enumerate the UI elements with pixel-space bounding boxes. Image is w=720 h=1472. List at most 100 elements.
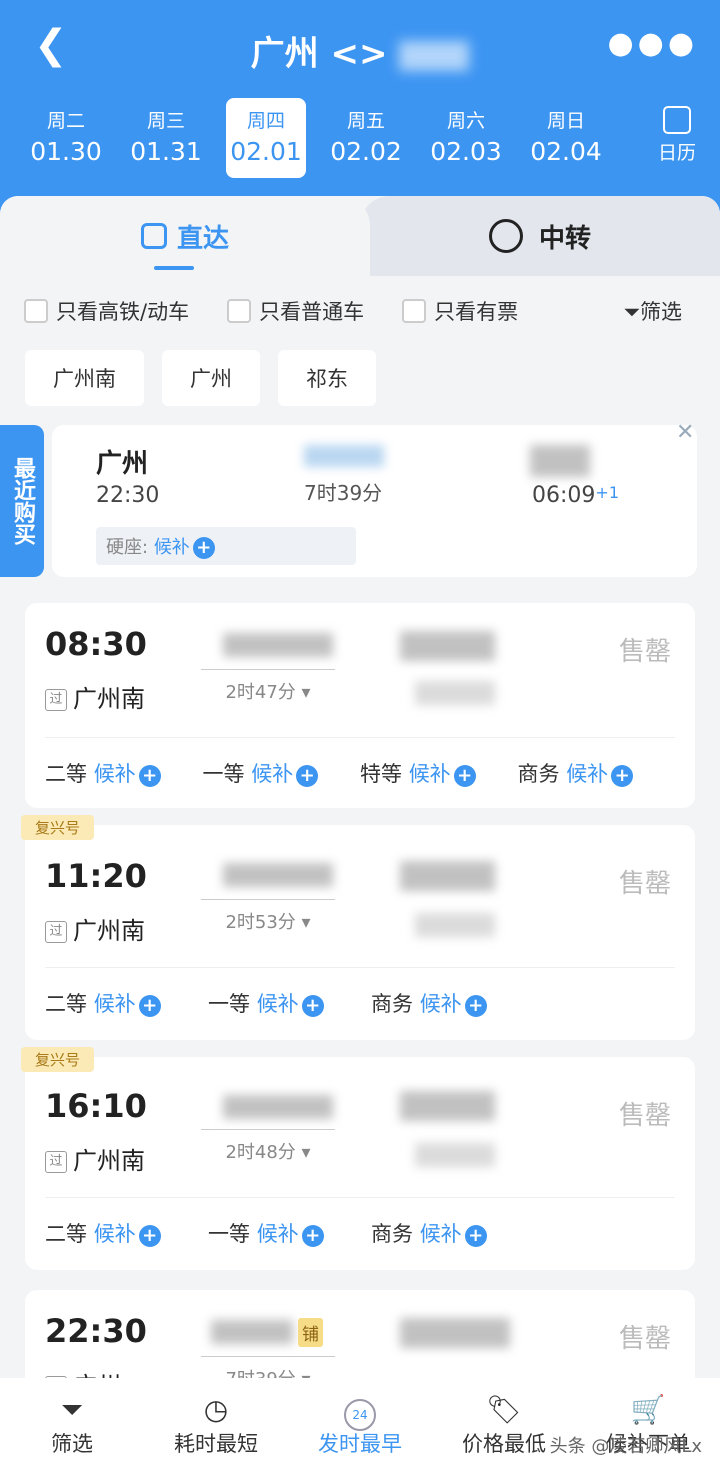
weekday: 周五 [346,110,385,132]
pass-icon: 过 [45,689,67,711]
waitlist-label: 候补 [251,762,294,786]
blurred-destination [399,40,470,71]
seat-option[interactable]: 二等 候补 + [45,988,208,1018]
seat-option[interactable]: 一等 候补 + [208,988,371,1018]
checkbox-label: 只看普通车 [259,300,365,324]
duration[interactable]: 2时47分 ▾ [201,669,335,704]
seat-label: 硬座: [106,537,149,558]
plus-icon: + [296,765,319,787]
next-day: +1 [595,483,619,502]
nav-filter[interactable]: ⏷ 筛选 [0,1378,144,1472]
station-chip[interactable]: 祁东 [278,350,376,406]
waitlist-label: 候补 [93,762,136,786]
date-tab[interactable]: 周六 02.03 [416,98,516,178]
nav-earliest[interactable]: 24 发时最早 [288,1378,432,1472]
checkbox[interactable] [24,299,48,323]
seat-class: 商务 [371,1222,413,1246]
seat-option[interactable]: 商务 候补 + [518,758,676,788]
seat-class: 二等 [45,762,87,786]
seat-option[interactable]: 二等 候补 + [45,1218,208,1248]
title-sep: <> [330,34,388,74]
train-card[interactable]: 08:30 过广州南 2时47分 ▾ 售罄 二等 候补 + 一等 候补 + 特等 候… [25,603,695,808]
date: 02.02 [330,137,402,166]
date-tab[interactable]: 周日 02.04 [516,98,616,178]
normal-train-checkbox[interactable]: 只看普通车 [227,296,364,326]
nav-label: 发时最早 [318,1432,402,1456]
date: 01.30 [30,137,102,166]
dep-time: 08:30 [45,625,147,663]
nav-label: 价格最低 [462,1432,546,1456]
tab-transfer[interactable]: 中转 [360,196,720,276]
seat-option[interactable]: 商务 候补 + [371,988,534,1018]
calendar-button[interactable]: 日历 [658,106,696,165]
blurred-arr-time [400,1091,495,1121]
waitlist-label: 候补 [419,992,462,1016]
date: 02.01 [230,137,302,166]
filter-button[interactable]: ⏷筛选 [623,296,682,326]
clock-24-icon: 24 [288,1392,432,1431]
high-speed-checkbox[interactable]: 只看高铁/动车 [24,296,189,326]
seat-option[interactable]: 商务 候补 + [371,1218,534,1248]
filter-icon: ⏷ [623,300,640,324]
checkbox[interactable] [402,299,427,323]
weekday: 周二 [46,110,85,132]
weekday: 周四 [246,110,285,132]
filter-row: 只看高铁/动车 只看普通车 只看有票 [24,296,556,326]
recent-purchase-tab[interactable]: 最近购买 [0,425,44,577]
blurred-train-number [304,445,384,467]
waitlist-label: 候补 [419,1222,462,1246]
dep-time: 22:30 [96,483,160,508]
date-tab[interactable]: 周三 01.31 [116,98,216,178]
station-chip[interactable]: 广州 [162,350,260,406]
recent-purchase-card[interactable]: 广州 22:30 7时39分 06:09+1 硬座: 候补 + [52,425,697,577]
seat-option[interactable]: 二等 候补 + [45,758,203,788]
waitlist-label: 候补 [408,762,451,786]
seat-chip[interactable]: 硬座: 候补 + [96,527,356,565]
blurred-train-number [211,1320,293,1344]
seat-class: 一等 [208,1222,250,1246]
station-chip[interactable]: 广州南 [25,350,144,406]
seat-option[interactable]: 一等 候补 + [208,1218,371,1248]
more-icon[interactable]: ●●● [607,26,698,61]
seat-option[interactable]: 一等 候补 + [203,758,361,788]
nav-shortest[interactable]: ◷ 耗时最短 [144,1378,288,1472]
sold-out-label: 售罄 [618,1324,671,1354]
plus-icon: + [138,765,161,787]
date-tab[interactable]: 周二 01.30 [16,98,116,178]
train-card[interactable]: 复兴号 11:20 过广州南 2时53分 ▾ 售罄 二等 候补 + 一等 候补 + … [21,815,695,1040]
duration: 7时39分 [304,481,383,505]
weekday: 周三 [146,110,185,132]
waitlist-label: 候补 [93,992,136,1016]
dep-time: 11:20 [45,857,147,895]
tab-direct[interactable]: 直达 [0,196,370,276]
train-card[interactable]: 复兴号 16:10 过广州南 2时48分 ▾ 售罄 二等 候补 + 一等 候补 + … [21,1047,695,1270]
duration[interactable]: 2时53分 ▾ [201,899,335,934]
duration-text: 2时53分 [225,912,296,933]
duration-text: 2时48分 [225,1142,296,1163]
plus-icon: + [464,1225,487,1247]
checkbox[interactable] [227,299,252,323]
fuxing-badge: 复兴号 [21,815,95,840]
pass-icon: 过 [45,921,67,943]
available-checkbox[interactable]: 只看有票 [402,296,518,326]
close-icon[interactable]: ✕ [676,420,694,445]
dep-time: 22:30 [45,1312,147,1350]
arr-time: 06:09 [532,483,596,508]
sold-out-label: 售罄 [618,869,671,899]
seat-option[interactable]: 特等 候补 + [360,758,518,788]
duration[interactable]: 2时48分 ▾ [201,1129,335,1164]
date-tab[interactable]: 周五 02.02 [316,98,416,178]
nav-label: 耗时最短 [174,1432,258,1456]
waitlist-label: 候补 [256,1222,299,1246]
sleeper-tag: 铺 [298,1318,323,1347]
header: ❮ 广州 <> ●●● 周二 01.30 周三 01.31 周四 02.01 周五 02… [0,0,720,215]
date-tab-selected[interactable]: 周四 02.01 [226,98,306,178]
calendar-label: 日历 [657,142,696,164]
tabs: 中转 直达 [0,196,720,276]
blurred-arr-station [415,681,495,705]
fuxing-badge: 复兴号 [21,1047,95,1072]
plus-icon: + [138,1225,161,1247]
waitlist-label: 候补 [153,537,190,558]
waitlist-label: 候补 [566,762,609,786]
train-icon [140,223,167,249]
